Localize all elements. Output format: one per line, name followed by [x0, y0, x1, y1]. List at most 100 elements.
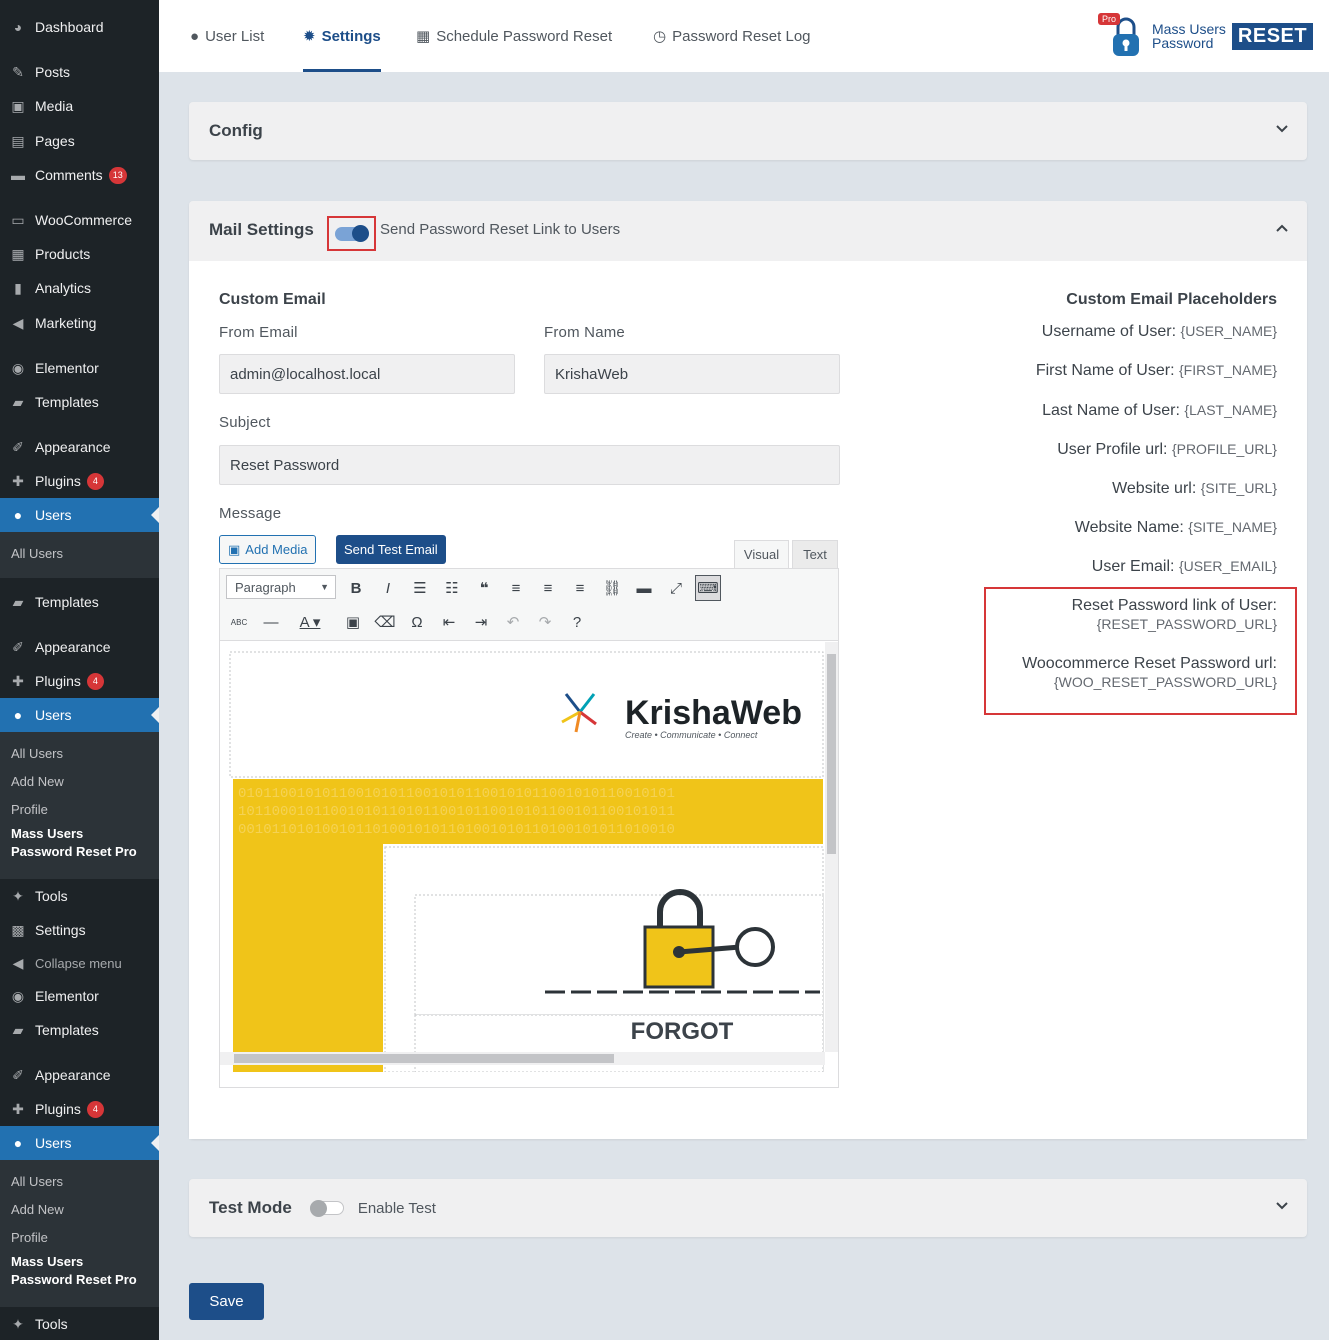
fullscreen-icon[interactable]: ⤢: [663, 575, 689, 601]
submenu-add-new[interactable]: Add New: [0, 767, 159, 795]
outdent-icon[interactable]: ⇤: [436, 609, 462, 635]
folder-icon: ▰: [12, 593, 24, 610]
chevron-down-icon[interactable]: [1275, 122, 1289, 136]
config-panel[interactable]: Config: [189, 102, 1307, 160]
from-name-field[interactable]: KrishaWeb: [544, 354, 840, 394]
test-mode-panel[interactable]: Test Mode Enable Test: [189, 1179, 1307, 1237]
align-left-icon[interactable]: ≡: [503, 575, 529, 601]
sidebar-item-templates[interactable]: ▰ Templates: [0, 385, 159, 419]
link-icon[interactable]: ⛓: [599, 575, 625, 601]
send-test-email-button[interactable]: Send Test Email: [336, 535, 446, 564]
read-more-icon[interactable]: ▬: [631, 575, 657, 601]
placeholders-title: Custom Email Placeholders: [1066, 291, 1277, 308]
sidebar-item-appearance-2[interactable]: ✐ Appearance: [0, 630, 159, 664]
user-icon: ●: [13, 507, 23, 523]
send-reset-link-toggle[interactable]: [334, 224, 369, 242]
sidebar-item-media[interactable]: ▣ Media: [0, 89, 159, 123]
placeholder-profile-url: User Profile url: {PROFILE_URL}: [1057, 441, 1277, 458]
sidebar-item-elementor-3[interactable]: ◉ Elementor: [0, 979, 159, 1013]
toolbar-toggle-icon[interactable]: ⌨: [695, 575, 721, 601]
align-right-icon[interactable]: ≡: [567, 575, 593, 601]
sidebar-item-tools-3[interactable]: ✦ Tools: [0, 1307, 159, 1340]
clear-formatting-icon[interactable]: ⌫: [372, 609, 398, 635]
pages-icon: ▤: [11, 132, 25, 149]
submenu-add-new[interactable]: Add New: [0, 1195, 159, 1223]
submenu-profile[interactable]: Profile: [0, 795, 159, 823]
tab-visual[interactable]: Visual: [734, 540, 789, 568]
text-color-icon[interactable]: A ▾: [290, 609, 330, 635]
save-button[interactable]: Save: [189, 1283, 264, 1320]
strikethrough-icon[interactable]: ABC: [226, 609, 252, 635]
sidebar-item-analytics[interactable]: ▮ Analytics: [0, 271, 159, 305]
wrench-icon: ✦: [12, 887, 24, 904]
sidebar-item-users-3[interactable]: ● Users: [0, 1126, 159, 1160]
sidebar-item-appearance[interactable]: ✐ Appearance: [0, 430, 159, 464]
users-submenu-2: All Users Add New Profile Mass Users Pas…: [0, 732, 159, 879]
numbered-list-icon[interactable]: ☷: [439, 575, 465, 601]
sidebar-item-plugins-3[interactable]: ✚ Plugins 4: [0, 1092, 159, 1126]
indent-icon[interactable]: ⇥: [468, 609, 494, 635]
redo-icon[interactable]: ↷: [532, 609, 558, 635]
megaphone-icon: ◀: [12, 314, 24, 331]
enable-test-toggle[interactable]: [309, 1200, 344, 1217]
tab-schedule-password-reset[interactable]: ▦ Schedule Password Reset: [416, 0, 612, 72]
sidebar-item-users[interactable]: ● Users: [0, 498, 159, 532]
sidebar-item-plugins[interactable]: ✚ Plugins 4: [0, 464, 159, 498]
sidebar-item-settings[interactable]: ▩ Settings: [0, 913, 159, 947]
sidebar-item-plugins-2[interactable]: ✚ Plugins 4: [0, 664, 159, 698]
sidebar-item-products[interactable]: ▦ Products: [0, 237, 159, 271]
tab-password-reset-log[interactable]: ◷ Password Reset Log: [653, 0, 811, 72]
subject-field[interactable]: Reset Password: [219, 445, 840, 485]
special-character-icon[interactable]: Ω: [404, 609, 430, 635]
help-icon[interactable]: ?: [564, 609, 590, 635]
sidebar-item-pages[interactable]: ▤ Pages: [0, 124, 159, 158]
from-email-field[interactable]: admin@localhost.local: [219, 354, 515, 394]
paste-text-icon[interactable]: ▣: [340, 609, 366, 635]
sidebar-item-elementor[interactable]: ◉ Elementor: [0, 351, 159, 385]
editor-content[interactable]: KrishaWeb Create • Communicate • Connect…: [220, 642, 838, 1072]
submenu-mass-users-password-reset-pro[interactable]: Mass Users Password Reset Pro: [0, 823, 140, 863]
placeholder-reset-password-url: Reset Password link of User: {RESET_PASS…: [1071, 597, 1277, 632]
submenu-mass-users-password-reset-pro[interactable]: Mass Users Password Reset Pro: [0, 1251, 140, 1291]
svg-text:010110010101100101011001010110: 0101100101011001010110010101100101011001…: [238, 786, 675, 802]
plugin-icon: ✚: [12, 472, 24, 489]
media-icon: ▣: [11, 97, 25, 114]
sidebar-item-tools[interactable]: ✦ Tools: [0, 879, 159, 913]
italic-icon[interactable]: I: [375, 575, 401, 601]
sidebar-item-marketing[interactable]: ◀ Marketing: [0, 306, 159, 340]
sidebar-item-templates-2[interactable]: ▰ Templates: [0, 585, 159, 619]
bullet-list-icon[interactable]: ☰: [407, 575, 433, 601]
chevron-down-icon[interactable]: [1275, 1199, 1289, 1213]
undo-icon[interactable]: ↶: [500, 609, 526, 635]
sidebar-item-comments[interactable]: ▬ Comments 13: [0, 158, 159, 192]
sidebar-item-posts[interactable]: ✎ Posts: [0, 55, 159, 89]
sidebar-item-templates-3[interactable]: ▰ Templates: [0, 1013, 159, 1047]
logo-reset: RESET: [1231, 22, 1314, 50]
sidebar-item-appearance-3[interactable]: ✐ Appearance: [0, 1058, 159, 1092]
bold-icon[interactable]: B: [343, 575, 369, 601]
add-media-button[interactable]: ▣ Add Media: [219, 535, 317, 564]
sidebar-item-woocommerce[interactable]: ▭ WooCommerce: [0, 203, 159, 237]
tab-user-list[interactable]: ● User List: [190, 0, 264, 72]
align-center-icon[interactable]: ≡: [535, 575, 561, 601]
sidebar-item-users-2[interactable]: ● Users: [0, 698, 159, 732]
tab-text[interactable]: Text: [792, 540, 838, 568]
pro-badge: Pro: [1098, 13, 1121, 25]
chevron-up-icon[interactable]: [1275, 221, 1289, 235]
horizontal-line-icon[interactable]: —: [258, 609, 284, 635]
collapse-menu[interactable]: ◀ Collapse menu: [0, 946, 159, 980]
blockquote-icon[interactable]: ❝: [471, 575, 497, 601]
submenu-all-users[interactable]: All Users: [0, 739, 159, 767]
sidebar-item-dashboard[interactable]: ◕ Dashboard: [0, 10, 159, 44]
from-name-label: From Name: [544, 324, 625, 341]
email-brand: KrishaWeb: [625, 694, 802, 732]
format-select[interactable]: Paragraph ▼: [226, 575, 336, 599]
pin-icon: ✎: [12, 63, 24, 80]
placeholder-user-name: Username of User: {USER_NAME}: [1041, 323, 1277, 340]
submenu-profile[interactable]: Profile: [0, 1223, 159, 1251]
submenu-all-users[interactable]: All Users: [0, 539, 159, 567]
submenu-all-users[interactable]: All Users: [0, 1167, 159, 1195]
tab-settings[interactable]: ✹ Settings: [303, 0, 381, 72]
placeholder-user-email: User Email: {USER_EMAIL}: [1091, 558, 1277, 575]
brush-icon: ✐: [12, 1066, 24, 1083]
